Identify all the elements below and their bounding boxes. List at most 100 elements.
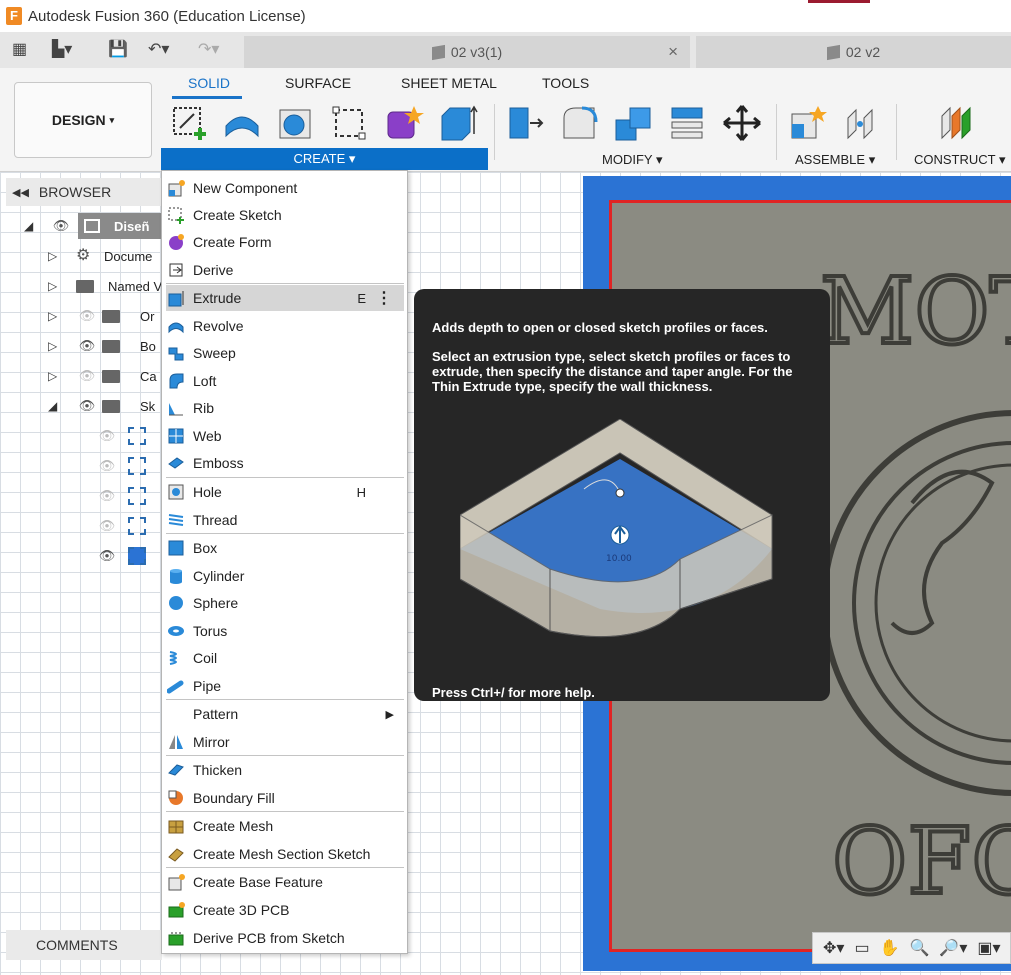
visibility-eye-icon[interactable]: 👁: [96, 548, 118, 564]
expand-triangle-icon[interactable]: ▷: [48, 369, 62, 383]
orbit-icon[interactable]: ✥▾: [823, 938, 844, 958]
menu-item-extrude[interactable]: Extrude E ⋮: [166, 285, 404, 311]
root-component-label[interactable]: Diseñ: [78, 213, 168, 239]
menu-item-derive-pcb-from-sketch[interactable]: Derive PCB from Sketch: [166, 925, 404, 951]
display-settings-icon[interactable]: ▣▾: [977, 938, 1000, 958]
sketch-row-2[interactable]: 👁: [96, 453, 150, 479]
comments-panel[interactable]: COMMENTS: [6, 930, 162, 960]
sketch-row-1[interactable]: 👁: [96, 423, 150, 449]
visibility-eye-off-icon[interactable]: 👁: [96, 458, 118, 474]
menu-item-pipe[interactable]: Pipe: [166, 673, 404, 699]
expand-triangle-icon[interactable]: ▷: [48, 279, 62, 293]
press-pull-tool-icon[interactable]: [506, 104, 546, 142]
create-menu-button[interactable]: CREATE ▾: [161, 148, 488, 170]
file-menu-icon[interactable]: ▙▾: [52, 40, 72, 60]
offset-plane-tool-icon[interactable]: [936, 104, 976, 142]
shell-tool-icon[interactable]: [668, 104, 708, 142]
visibility-eye-off-icon[interactable]: 👁: [96, 428, 118, 444]
expand-triangle-icon[interactable]: ▷: [48, 309, 62, 323]
undo-icon[interactable]: ↶▾: [148, 40, 169, 60]
expand-triangle-icon[interactable]: ▷: [48, 249, 62, 263]
tree-item-named-views[interactable]: ▷ Named V: [48, 273, 162, 299]
menu-item-sphere[interactable]: Sphere: [166, 590, 404, 616]
sketch-row-3[interactable]: 👁: [96, 483, 150, 509]
save-icon[interactable]: 💾: [108, 40, 128, 60]
menu-item-coil[interactable]: Coil: [166, 645, 404, 671]
collapse-triangle-icon[interactable]: ◢: [48, 399, 62, 413]
tree-item-bodies[interactable]: ▷ 👁 Bo: [48, 333, 156, 359]
form-body-tool-icon[interactable]: [384, 104, 424, 142]
tab-tools[interactable]: TOOLS: [542, 75, 589, 91]
data-panel-grid-icon[interactable]: ▦: [12, 40, 27, 60]
doc-tab-active[interactable]: 02 v3(1) ×: [244, 36, 690, 68]
collapse-panel-icon[interactable]: ◀◀: [12, 186, 29, 199]
visibility-eye-off-icon[interactable]: 👁: [96, 488, 118, 504]
combine-tool-icon[interactable]: [614, 104, 654, 142]
visibility-eye-off-icon[interactable]: 👁: [96, 518, 118, 534]
menu-item-create-mesh[interactable]: Create Mesh: [166, 813, 404, 839]
doc-tab-label: 02 v3(1): [450, 44, 503, 60]
fit-window-icon[interactable]: 🔎▾: [939, 938, 967, 958]
create-form-tool-icon[interactable]: [222, 104, 262, 142]
revolve-tool-icon[interactable]: [276, 104, 316, 142]
menu-item-box[interactable]: Box: [166, 535, 404, 561]
menu-item-web[interactable]: Web: [166, 423, 404, 449]
look-at-icon[interactable]: ▭: [854, 938, 869, 958]
menu-item-create-mesh-section-sketch[interactable]: Create Mesh Section Sketch: [166, 841, 404, 867]
zoom-icon[interactable]: 🔍: [909, 938, 929, 958]
fillet-tool-icon[interactable]: [560, 104, 600, 142]
tree-item-document-settings[interactable]: ▷ ⚙ Docume: [48, 243, 152, 269]
tab-solid[interactable]: SOLID: [188, 75, 230, 91]
new-component-tool-icon[interactable]: [788, 104, 828, 142]
menu-item-emboss[interactable]: Emboss: [166, 450, 404, 476]
redo-icon[interactable]: ↷▾: [198, 40, 219, 60]
sketch-row-4[interactable]: 👁: [96, 513, 150, 539]
visibility-eye-icon[interactable]: 👁: [50, 218, 72, 234]
visibility-eye-off-icon[interactable]: 👁: [76, 368, 98, 384]
pan-hand-icon[interactable]: ✋: [880, 938, 900, 958]
tab-surface[interactable]: SURFACE: [285, 75, 351, 91]
menu-item-create-sketch[interactable]: Create Sketch: [166, 202, 404, 228]
tree-item-sketches[interactable]: ◢ 👁 Sk: [48, 393, 155, 419]
expand-triangle-icon[interactable]: ▷: [48, 339, 62, 353]
menu-item-revolve[interactable]: Revolve: [166, 313, 404, 339]
doc-tab-2[interactable]: 02 v2: [696, 36, 1011, 68]
expand-triangle-icon[interactable]: ◢: [24, 219, 38, 233]
create-sketch-tool-icon[interactable]: [170, 104, 210, 142]
extrude-tool-icon[interactable]: [438, 104, 478, 142]
construct-menu-button[interactable]: CONSTRUCT ▾: [914, 152, 1006, 168]
menu-item-create-base-feature[interactable]: Create Base Feature: [166, 869, 404, 895]
sketch-rectangle-tool-icon[interactable]: [330, 104, 370, 142]
more-options-icon[interactable]: ⋮: [376, 288, 392, 308]
menu-item-sweep[interactable]: Sweep: [166, 340, 404, 366]
menu-item-boundary-fill[interactable]: Boundary Fill: [166, 785, 404, 811]
menu-item-rib[interactable]: Rib: [166, 395, 404, 421]
move-copy-tool-icon[interactable]: [722, 104, 762, 142]
menu-item-hole[interactable]: Hole H: [166, 479, 404, 505]
browser-panel-header[interactable]: ◀◀ BROWSER: [6, 178, 162, 206]
menu-item-thread[interactable]: Thread: [166, 507, 404, 533]
close-tab-icon[interactable]: ×: [668, 42, 678, 62]
visibility-eye-off-icon[interactable]: 👁: [76, 308, 98, 324]
menu-item-loft[interactable]: Loft: [166, 368, 404, 394]
menu-item-thicken[interactable]: Thicken: [166, 757, 404, 783]
menu-item-torus[interactable]: Torus: [166, 618, 404, 644]
menu-item-derive[interactable]: Derive: [166, 257, 404, 283]
joint-tool-icon[interactable]: [842, 104, 882, 142]
tab-sheet-metal[interactable]: SHEET METAL: [401, 75, 497, 91]
menu-item-cylinder[interactable]: Cylinder: [166, 563, 404, 589]
menu-item-pattern[interactable]: Pattern ▶: [166, 701, 404, 727]
visibility-eye-icon[interactable]: 👁: [76, 338, 98, 354]
sketch-row-5[interactable]: 👁: [96, 543, 150, 569]
assemble-menu-button[interactable]: ASSEMBLE ▾: [795, 152, 875, 168]
menu-item-new-component[interactable]: New Component: [166, 175, 404, 201]
visibility-eye-icon[interactable]: 👁: [76, 398, 98, 414]
menu-item-create-form[interactable]: Create Form: [166, 229, 404, 255]
workspace-switcher[interactable]: DESIGN ▾: [14, 82, 152, 158]
menu-item-create-3d-pcb[interactable]: Create 3D PCB: [166, 897, 404, 923]
tree-item-canvases[interactable]: ▷ 👁 Ca: [48, 363, 157, 389]
menu-item-mirror[interactable]: Mirror: [166, 729, 404, 755]
tree-root[interactable]: ◢ 👁: [24, 213, 72, 239]
modify-menu-button[interactable]: MODIFY ▾: [602, 152, 662, 168]
tree-item-origin[interactable]: ▷ 👁 Or: [48, 303, 154, 329]
